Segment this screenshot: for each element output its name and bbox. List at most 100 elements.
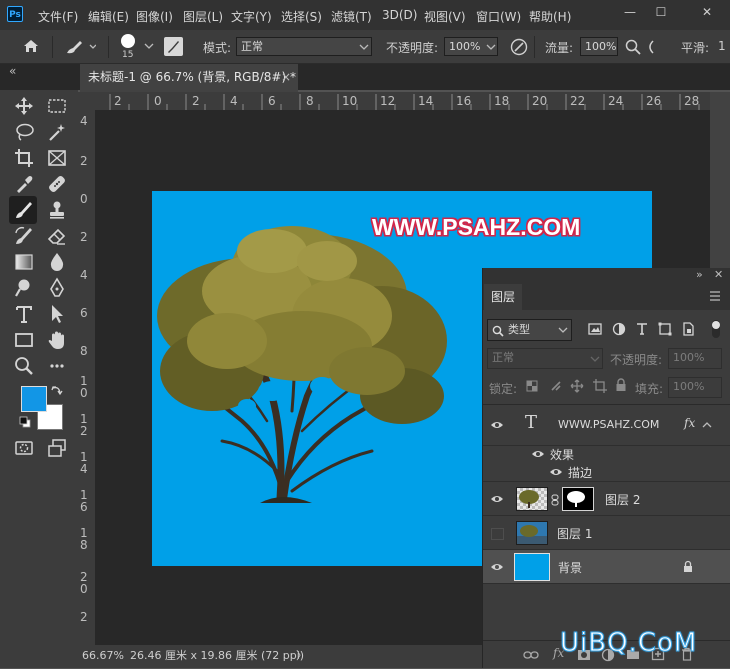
panel-menu-icon[interactable] xyxy=(709,291,721,301)
rectangle-tool-icon[interactable] xyxy=(13,329,35,351)
menu-help[interactable]: 帮助(H) xyxy=(529,8,571,25)
lock-all-icon[interactable] xyxy=(615,378,627,392)
filter-type-icon[interactable] xyxy=(635,322,649,336)
type-tool-icon[interactable] xyxy=(13,303,35,325)
zoom-tool-icon[interactable] xyxy=(13,355,35,377)
foreground-color-swatch[interactable] xyxy=(21,386,47,412)
layer-opacity-field[interactable]: 100% xyxy=(668,348,722,369)
filter-smart-object-icon[interactable] xyxy=(681,322,695,336)
marquee-tool-icon[interactable] xyxy=(46,95,68,117)
brush-preview-icon[interactable] xyxy=(121,34,135,48)
layer-row-background[interactable]: 背景 xyxy=(483,550,730,584)
pen-tool-icon[interactable] xyxy=(46,277,68,299)
dodge-tool-icon[interactable] xyxy=(13,277,35,299)
gradient-tool-icon[interactable] xyxy=(13,251,35,273)
opacity-field[interactable]: 100% xyxy=(444,37,498,56)
swap-colors-icon[interactable] xyxy=(51,384,63,396)
layer-name-layer-2[interactable]: 图层 2 xyxy=(605,491,640,508)
brush-settings-icon[interactable] xyxy=(164,37,183,56)
layer-lock-icon[interactable] xyxy=(683,560,693,573)
menu-3d[interactable]: 3D(D) xyxy=(382,8,417,22)
layer-row-layer-1[interactable]: 图层 1 xyxy=(483,516,730,550)
fill-field[interactable]: 100% xyxy=(668,377,722,398)
blur-tool-icon[interactable] xyxy=(46,251,68,273)
magnifier-icon[interactable] xyxy=(625,39,641,58)
home-icon[interactable] xyxy=(22,38,40,57)
layer-fx-icon[interactable]: fx xyxy=(684,416,695,430)
stroke-visibility-eye-icon[interactable] xyxy=(549,467,563,477)
quick-mask-icon[interactable] xyxy=(13,437,35,459)
document-tab[interactable]: 未标题-1 @ 66.7% (背景, RGB/8#) * × xyxy=(80,64,298,92)
layer-row-layer-2[interactable]: 图层 2 xyxy=(483,482,730,516)
visibility-eye-icon[interactable] xyxy=(490,420,504,430)
layer-name-text[interactable]: WWW.PSAHZ.COM xyxy=(558,418,659,431)
menu-view[interactable]: 视图(V) xyxy=(424,8,466,25)
path-selection-tool-icon[interactable] xyxy=(46,303,68,325)
effects-visibility-eye-icon[interactable] xyxy=(531,449,545,459)
menu-layer[interactable]: 图层(L) xyxy=(183,8,223,25)
brush-tool-preset-icon[interactable] xyxy=(64,38,97,59)
close-window-button[interactable]: ✕ xyxy=(697,4,717,20)
collapse-panel-icon[interactable]: » xyxy=(696,268,703,281)
eyedropper-tool-icon[interactable] xyxy=(13,173,35,195)
chevron-down-icon[interactable] xyxy=(144,42,154,50)
menu-type[interactable]: 文字(Y) xyxy=(231,8,272,25)
vertical-ruler: 4 2 0 2 4 6 8 1 0 1 2 1 4 1 6 1 8 2 0 2 xyxy=(78,110,96,645)
visibility-eye-icon[interactable] xyxy=(490,494,504,504)
close-tab-icon[interactable]: × xyxy=(281,64,291,91)
menu-image[interactable]: 图像(I) xyxy=(136,8,173,25)
eraser-tool-icon[interactable] xyxy=(46,225,68,247)
layer-name-layer-1[interactable]: 图层 1 xyxy=(557,525,592,542)
default-colors-icon[interactable] xyxy=(19,416,31,428)
mask-link-icon[interactable] xyxy=(551,494,559,506)
airbrush-icon[interactable] xyxy=(644,39,656,55)
close-panel-icon[interactable]: ✕ xyxy=(714,268,723,281)
visibility-toggle-off[interactable] xyxy=(491,528,504,540)
menu-select[interactable]: 选择(S) xyxy=(281,8,322,25)
filter-toggle[interactable] xyxy=(712,320,720,338)
healing-brush-tool-icon[interactable] xyxy=(46,173,68,195)
menu-window[interactable]: 窗口(W) xyxy=(476,8,521,25)
collapse-toolbar-icon[interactable]: « xyxy=(9,64,16,78)
crop-tool-icon[interactable] xyxy=(13,147,35,169)
flow-field[interactable]: 100% xyxy=(580,37,618,56)
brush-tool-icon[interactable] xyxy=(13,199,35,221)
layer-2-mask-thumbnail[interactable] xyxy=(562,487,594,511)
clone-stamp-tool-icon[interactable] xyxy=(46,199,68,221)
lock-transparent-icon[interactable] xyxy=(526,380,538,392)
status-arrow-icon[interactable]: 〉 xyxy=(296,645,307,667)
move-tool-icon[interactable] xyxy=(13,95,35,117)
chevron-up-icon[interactable] xyxy=(702,421,712,429)
magic-wand-tool-icon[interactable] xyxy=(46,121,68,143)
stroke-effect-label[interactable]: 描边 xyxy=(568,464,592,481)
menu-filter[interactable]: 滤镜(T) xyxy=(331,8,372,25)
visibility-eye-icon[interactable] xyxy=(490,562,504,572)
pressure-opacity-icon[interactable] xyxy=(509,37,529,60)
frame-tool-icon[interactable] xyxy=(46,147,68,169)
menu-edit[interactable]: 编辑(E) xyxy=(88,8,129,25)
filter-pixel-icon[interactable] xyxy=(588,322,602,336)
hand-tool-icon[interactable] xyxy=(46,329,68,351)
mode-select[interactable]: 正常 xyxy=(236,37,372,56)
history-brush-tool-icon[interactable] xyxy=(13,225,35,247)
lock-artboard-icon[interactable] xyxy=(593,379,607,393)
maximize-button[interactable]: ☐ xyxy=(651,4,671,20)
menu-file[interactable]: 文件(F) xyxy=(38,8,78,25)
blend-mode-select[interactable]: 正常 xyxy=(487,348,603,369)
layer-name-background[interactable]: 背景 xyxy=(558,559,582,576)
layer-row-text[interactable]: T WWW.PSAHZ.COM fx xyxy=(483,406,730,446)
smoothing-value[interactable]: 1 xyxy=(718,39,726,53)
zoom-level[interactable]: 66.67% xyxy=(82,645,124,667)
filter-adjustment-icon[interactable] xyxy=(612,322,626,336)
link-icon[interactable] xyxy=(523,649,539,661)
screen-mode-icon[interactable] xyxy=(46,437,68,459)
vertical-scrollbar[interactable] xyxy=(710,92,730,268)
lock-position-icon[interactable] xyxy=(570,379,584,393)
layers-tab[interactable]: 图层 xyxy=(484,284,522,311)
minimize-button[interactable]: — xyxy=(620,4,640,20)
layer-filter-select[interactable]: 类型 xyxy=(487,319,572,341)
lasso-tool-icon[interactable] xyxy=(13,121,35,143)
filter-shape-icon[interactable] xyxy=(658,322,672,336)
edit-toolbar-icon[interactable] xyxy=(46,355,68,377)
lock-image-icon[interactable] xyxy=(550,380,562,392)
